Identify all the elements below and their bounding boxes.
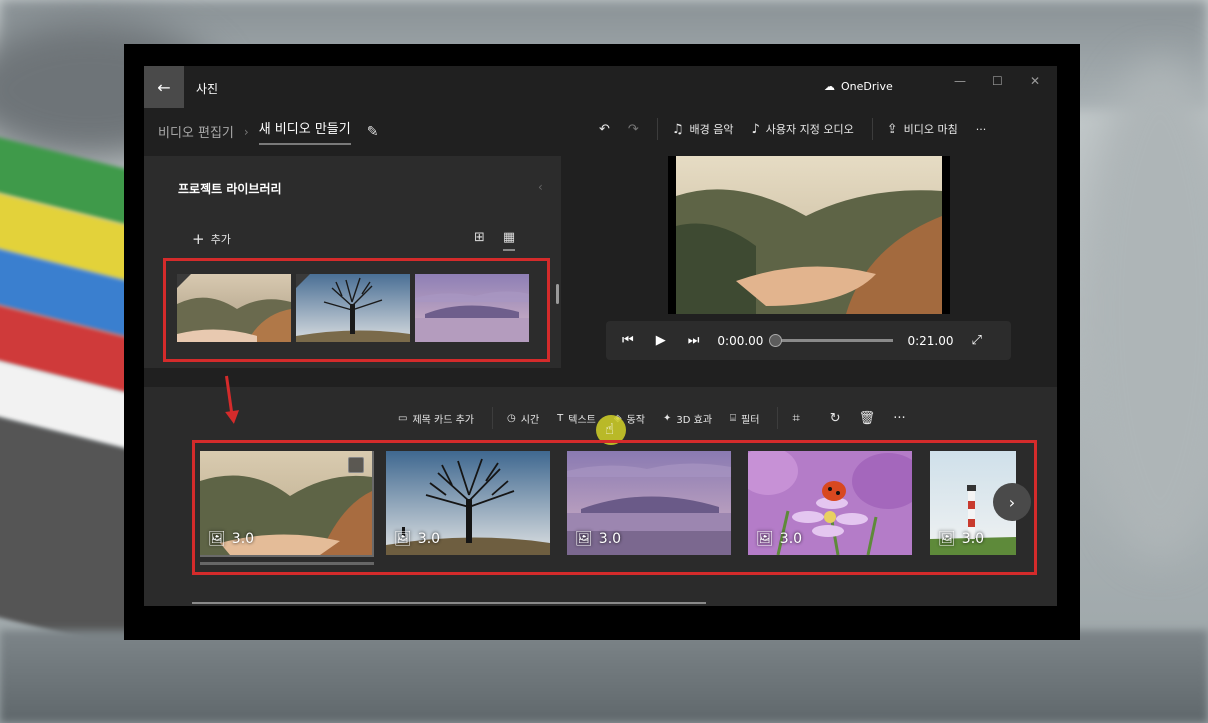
- total-time: 0:21.00: [907, 333, 954, 348]
- finish-video-label: 비디오 마침: [903, 123, 958, 136]
- sparkle-icon: ✦: [662, 412, 672, 424]
- add-title-card-label: 제목 카드 추가: [412, 414, 475, 426]
- clock-icon: ◷: [507, 412, 516, 424]
- app-title: 사진: [196, 82, 219, 96]
- arrow-left-icon: ←: [157, 77, 171, 97]
- next-frame-button[interactable]: ⏭: [688, 333, 700, 348]
- background-bottom-blur: [0, 630, 1208, 723]
- title-card-icon: ▭: [398, 412, 408, 424]
- music-note-icon: ♫: [671, 121, 684, 137]
- background-music-label: 배경 음악: [689, 123, 734, 136]
- pencil-icon[interactable]: ✎: [367, 124, 379, 140]
- previous-frame-button[interactable]: ⏮: [622, 333, 634, 348]
- project-library-title: 프로젝트 라이브러리: [178, 182, 282, 196]
- crop-icon: ⌗: [792, 410, 800, 426]
- background-music-button[interactable]: ♫ 배경 음악: [672, 121, 734, 137]
- add-title-card-button[interactable]: ▭ 제목 카드 추가: [398, 411, 474, 426]
- undo-button[interactable]: ↶: [599, 122, 610, 137]
- play-button[interactable]: ▶: [656, 333, 666, 348]
- rotate-icon: ↻: [829, 410, 841, 426]
- grid-small-icon[interactable]: ▦: [502, 230, 516, 251]
- finish-video-button[interactable]: ⇪ 비디오 마침: [887, 121, 958, 137]
- expand-icon[interactable]: ⤢: [971, 333, 981, 348]
- annotation-box-storyboard: [192, 440, 1037, 575]
- cloud-icon: ☁: [824, 80, 835, 93]
- storyboard-toolbar: ▭ 제목 카드 추가 ◷ 시간 T 텍스트 ◈ 동작 ✦ 3D 효과 ⌸: [398, 407, 924, 429]
- minimize-button[interactable]: —: [954, 74, 966, 88]
- seek-slider[interactable]: [769, 334, 894, 347]
- redo-button[interactable]: ↷: [628, 122, 639, 137]
- plus-icon: +: [192, 230, 205, 248]
- duration-label: 시간: [520, 414, 540, 426]
- crop-button[interactable]: ⌗: [792, 411, 799, 426]
- delete-button[interactable]: 🗑: [859, 411, 876, 426]
- grid-large-icon[interactable]: ⊞: [474, 230, 485, 251]
- add-label: 추가: [210, 233, 231, 246]
- filter-icon: ⌸: [730, 412, 737, 424]
- filters-label: 필터: [741, 414, 760, 426]
- custom-audio-label: 사용자 지정 오디오: [765, 123, 854, 136]
- motion-label: 동작: [626, 414, 645, 426]
- storyboard-scrollbar[interactable]: [192, 602, 706, 604]
- text-button[interactable]: T 텍스트: [557, 411, 596, 426]
- redo-icon: ↷: [627, 121, 639, 137]
- annotation-box-library: [163, 258, 550, 362]
- chevron-right-icon: ›: [243, 124, 249, 139]
- text-icon: T: [557, 412, 564, 424]
- share-icon: ⇪: [886, 121, 898, 137]
- toolbar-divider: [871, 118, 873, 140]
- filters-button[interactable]: ⌸ 필터: [730, 411, 759, 426]
- toolbar-divider: [656, 118, 658, 140]
- 3d-effects-button[interactable]: ✦ 3D 효과: [663, 411, 712, 426]
- onedrive-label: OneDrive: [841, 80, 893, 93]
- breadcrumb-video-editor[interactable]: 비디오 편집기: [158, 122, 234, 141]
- current-time: 0:00.00: [717, 333, 764, 348]
- top-toolbar: ↶ ↷ ♫ 배경 음악 ♪ 사용자 지정 오디오 ⇪ 비디오 마침 ···: [599, 118, 1004, 140]
- text-label: 텍스트: [568, 414, 596, 426]
- 3d-effects-label: 3D 효과: [676, 414, 713, 426]
- duration-button[interactable]: ◷ 시간: [507, 411, 539, 426]
- seek-handle[interactable]: [769, 334, 783, 347]
- close-button[interactable]: ✕: [1030, 74, 1040, 88]
- undo-icon: ↶: [599, 121, 610, 137]
- storyboard-more-button[interactable]: ···: [893, 411, 905, 426]
- back-button[interactable]: ←: [144, 66, 184, 108]
- add-button[interactable]: + 추가: [192, 230, 231, 248]
- toolbar-divider: [492, 407, 494, 429]
- trash-icon: 🗑: [858, 410, 876, 426]
- collapse-chevron-icon[interactable]: ‹: [538, 180, 543, 194]
- toolbar-divider: [777, 407, 779, 429]
- breadcrumb: 비디오 편집기 › 새 비디오 만들기 ✎: [158, 118, 378, 145]
- title-bar: ← 사진 ☁ OneDrive — ☐ ✕: [144, 66, 1057, 108]
- more-options-button[interactable]: ···: [976, 123, 987, 136]
- person-audio-icon: ♪: [751, 121, 760, 137]
- view-toggle: ⊞ ▦: [474, 230, 516, 251]
- custom-audio-button[interactable]: ♪ 사용자 지정 오디오: [751, 121, 853, 137]
- preview-image: [676, 156, 942, 314]
- annotation-arrow-head: [225, 410, 241, 425]
- library-scrollbar[interactable]: [556, 284, 559, 304]
- onedrive-status[interactable]: ☁ OneDrive: [824, 80, 893, 93]
- rotate-button[interactable]: ↻: [830, 411, 841, 426]
- video-preview: [668, 156, 950, 314]
- playback-controls: ⏮ ▶ ⏭ 0:00.00 0:21.00 ⤢: [606, 321, 1011, 360]
- breadcrumb-new-video: 새 비디오 만들기: [258, 118, 351, 145]
- background-blur-shape: [1080, 60, 1208, 560]
- hand-cursor-icon: ☝: [605, 420, 615, 438]
- maximize-button[interactable]: ☐: [992, 74, 1003, 88]
